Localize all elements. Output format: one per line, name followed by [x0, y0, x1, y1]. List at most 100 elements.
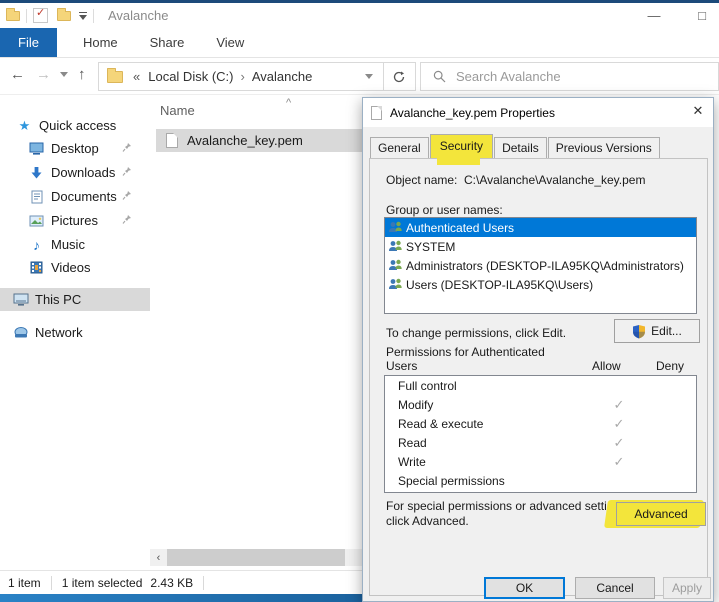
- security-tab-panel: Object name: C:\Avalanche\Avalanche_key.…: [369, 158, 708, 596]
- edit-button[interactable]: Edit...: [614, 319, 700, 343]
- refresh-icon: [392, 70, 406, 84]
- address-bar: ← → ↑ « Local Disk (C:) › Avalanche Sear…: [0, 58, 719, 95]
- address-dropdown-icon[interactable]: [365, 74, 373, 79]
- refresh-button[interactable]: [383, 62, 416, 91]
- dialog-close-button[interactable]: ✕: [689, 103, 707, 121]
- qat-new-folder-icon[interactable]: [57, 11, 71, 21]
- properties-dialog: Avalanche_key.pem Properties ✕ General S…: [362, 97, 714, 602]
- forward-button: →: [36, 66, 51, 83]
- ribbon-tab-view[interactable]: View: [200, 28, 260, 57]
- pin-icon: [122, 165, 132, 180]
- permissions-list[interactable]: Full control Modify ✓ Read & execute ✓ R…: [384, 375, 697, 493]
- allow-checkmark: ✓: [607, 416, 631, 432]
- up-button[interactable]: ↑: [78, 66, 86, 83]
- search-box[interactable]: Search Avalanche: [420, 62, 719, 91]
- dialog-file-icon: [371, 106, 382, 120]
- breadcrumb[interactable]: « Local Disk (C:) › Avalanche: [98, 62, 384, 91]
- group-row-administrators[interactable]: Administrators (DESKTOP-ILA95KQ\Administ…: [385, 256, 696, 275]
- object-name-value: C:\Avalanche\Avalanche_key.pem: [464, 173, 645, 187]
- status-bar: 1 item 1 item selected 2.43 KB: [0, 570, 362, 594]
- permission-row-special-permissions: Special permissions: [385, 471, 696, 490]
- ribbon-tab-file[interactable]: File: [0, 28, 57, 57]
- users-icon: [388, 259, 403, 272]
- group-row-system[interactable]: SYSTEM: [385, 237, 696, 256]
- users-icon: [388, 221, 403, 234]
- allow-checkmark: ✓: [607, 397, 631, 413]
- breadcrumb-current-folder[interactable]: Avalanche: [252, 69, 312, 84]
- file-row[interactable]: Avalanche_key.pem: [156, 129, 362, 152]
- desktop-icon: [28, 142, 45, 155]
- file-icon: [166, 133, 178, 148]
- horizontal-scrollbar[interactable]: ‹: [150, 549, 362, 566]
- uac-shield-icon: [632, 324, 646, 339]
- sidebar-item-quick-access[interactable]: ★ Quick access: [0, 114, 150, 137]
- sidebar-item-music[interactable]: ♪ Music: [0, 233, 150, 256]
- taskbar-strip: [0, 594, 362, 602]
- tab-general[interactable]: General: [370, 137, 429, 158]
- group-row-authenticated-users[interactable]: Authenticated Users: [385, 218, 696, 237]
- downloads-icon: [28, 166, 45, 180]
- qat-properties-icon[interactable]: ✓: [33, 8, 48, 23]
- breadcrumb-separator: ›: [240, 69, 244, 84]
- file-name: Avalanche_key.pem: [187, 133, 303, 148]
- pin-icon: [122, 189, 132, 204]
- sidebar-item-downloads[interactable]: Downloads: [0, 161, 150, 184]
- column-header-name[interactable]: Name: [160, 103, 195, 118]
- allow-checkmark: ✓: [607, 435, 631, 451]
- permissions-label: Permissions for Authenticated Users: [386, 345, 545, 373]
- pin-icon: [122, 141, 132, 156]
- minimize-button[interactable]: —: [637, 8, 671, 23]
- sidebar-item-network[interactable]: Network: [0, 321, 150, 344]
- cancel-button[interactable]: Cancel: [575, 577, 655, 599]
- breadcrumb-folder-icon: [107, 71, 123, 83]
- sidebar-item-documents[interactable]: Documents: [0, 185, 150, 208]
- users-icon: [388, 240, 403, 253]
- advanced-button[interactable]: Advanced: [616, 502, 706, 526]
- permission-row-read: Read ✓: [385, 433, 696, 452]
- object-name-label: Object name:: [386, 173, 457, 187]
- network-icon: [12, 326, 29, 339]
- ok-button[interactable]: OK: [484, 577, 565, 599]
- ribbon-tab-share[interactable]: Share: [134, 28, 201, 57]
- quick-access-star-icon: ★: [16, 118, 33, 134]
- permission-row-write: Write ✓: [385, 452, 696, 471]
- ribbon-tab-home[interactable]: Home: [67, 28, 134, 57]
- item-count: 1 item: [8, 576, 41, 590]
- breadcrumb-chevrons[interactable]: «: [133, 69, 140, 84]
- qat-customize-dropdown[interactable]: [79, 12, 87, 20]
- back-button[interactable]: ←: [10, 66, 25, 83]
- sidebar-item-videos[interactable]: Videos: [0, 256, 150, 279]
- maximize-button[interactable]: □: [685, 8, 719, 23]
- sidebar-item-this-pc[interactable]: This PC: [0, 288, 150, 311]
- permission-row-full-control: Full control: [385, 376, 696, 395]
- apply-button: Apply: [663, 577, 711, 599]
- deny-column-header: Deny: [656, 359, 684, 373]
- breadcrumb-root[interactable]: Local Disk (C:): [148, 69, 233, 84]
- scroll-left-icon[interactable]: ‹: [150, 552, 167, 564]
- selection-count: 1 item selected: [62, 576, 143, 590]
- permission-row-modify: Modify ✓: [385, 395, 696, 414]
- groups-label: Group or user names:: [386, 203, 503, 217]
- permission-row-read-execute: Read & execute ✓: [385, 414, 696, 433]
- title-bar: ✓ Avalanche — □: [0, 3, 719, 28]
- sidebar-item-desktop[interactable]: Desktop: [0, 137, 150, 160]
- group-row-users[interactable]: Users (DESKTOP-ILA95KQ\Users): [385, 275, 696, 294]
- allow-column-header: Allow: [592, 359, 621, 373]
- group-user-list[interactable]: Authenticated Users SYSTEM Administrator…: [384, 217, 697, 314]
- recent-locations-dropdown-icon[interactable]: [60, 72, 68, 77]
- search-placeholder: Search Avalanche: [456, 69, 561, 84]
- sort-ascending-icon[interactable]: ^: [286, 97, 291, 109]
- window-title: Avalanche: [108, 8, 168, 23]
- sidebar-item-pictures[interactable]: Pictures: [0, 209, 150, 232]
- videos-icon: [28, 261, 45, 274]
- navigation-pane: ★ Quick access Desktop Downloads Documen…: [0, 95, 150, 550]
- users-icon: [388, 278, 403, 291]
- edit-hint: To change permissions, click Edit.: [386, 326, 566, 340]
- pictures-icon: [28, 215, 45, 227]
- pin-icon: [122, 213, 132, 228]
- tab-security[interactable]: Security: [430, 134, 493, 158]
- tab-details[interactable]: Details: [494, 137, 547, 158]
- dialog-title-bar: Avalanche_key.pem Properties: [363, 98, 713, 127]
- tab-previous-versions[interactable]: Previous Versions: [548, 137, 660, 158]
- scrollbar-thumb[interactable]: [167, 549, 345, 566]
